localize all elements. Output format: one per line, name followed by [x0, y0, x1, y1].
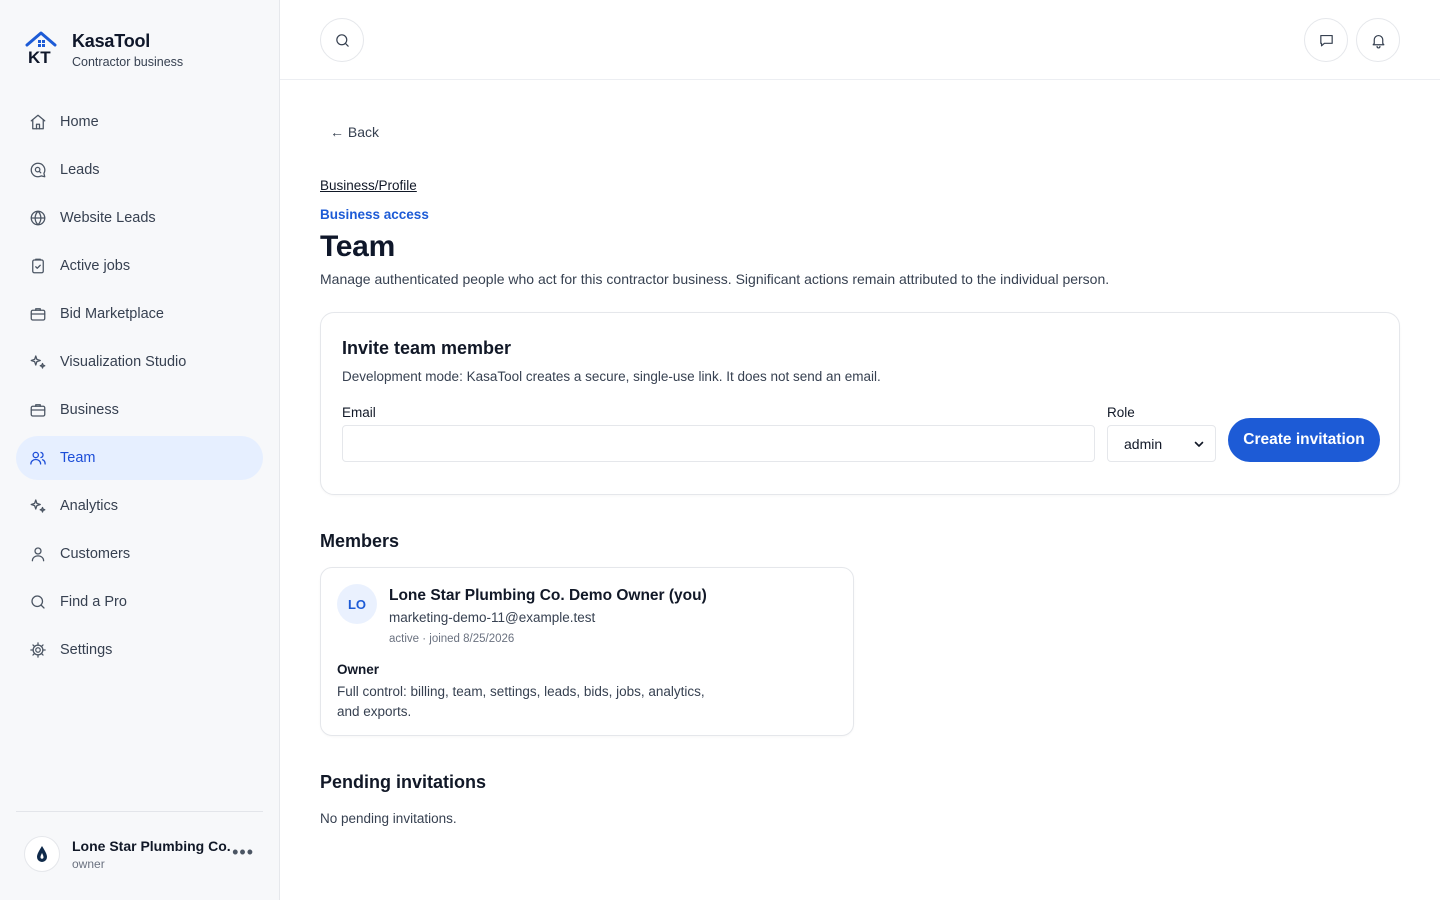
bell-icon	[1372, 34, 1384, 48]
sidebar-divider	[16, 811, 263, 812]
svg-text:KT: KT	[28, 48, 51, 66]
email-label: Email	[342, 405, 376, 420]
role-select[interactable]: admin	[1107, 425, 1216, 462]
sidebar-item-business[interactable]: Business	[16, 388, 263, 432]
sidebar-item-website-leads[interactable]: Website Leads	[16, 196, 263, 240]
more-options-icon[interactable]: •••	[232, 842, 254, 863]
sidebar-item-label: Website Leads	[60, 210, 156, 226]
chat-icon	[1319, 34, 1333, 46]
avatar: LO	[337, 584, 377, 624]
role-label: Role	[1107, 405, 1135, 420]
search-button[interactable]	[320, 18, 364, 62]
account-role: owner	[72, 856, 105, 871]
chat-search-icon	[29, 161, 47, 179]
business-avatar	[24, 836, 60, 872]
sidebar-item-leads[interactable]: Leads	[16, 148, 263, 192]
sidebar-nav: Home Leads Website Leads Active jobs Bid…	[16, 100, 263, 676]
page-title: Team	[320, 230, 395, 263]
sidebar-item-bid-marketplace[interactable]: Bid Marketplace	[16, 292, 263, 336]
search-icon	[29, 593, 47, 611]
brand-subtitle: Contractor business	[72, 55, 184, 69]
member-name: Lone Star Plumbing Co. Demo Owner (you)	[389, 587, 707, 604]
back-link[interactable]: ← Back	[330, 124, 379, 140]
sidebar-item-label: Business	[60, 402, 119, 418]
sidebar-item-analytics[interactable]: Analytics	[16, 484, 263, 528]
member-card: LO Lone Star Plumbing Co. Demo Owner (yo…	[320, 567, 854, 736]
sidebar-item-visualization-studio[interactable]: Visualization Studio	[16, 340, 263, 384]
account-switcher[interactable]: Lone Star Plumbing Co. owner •••	[24, 834, 264, 874]
email-field[interactable]	[342, 425, 1095, 462]
pending-empty-state: No pending invitations.	[320, 811, 457, 826]
kasatool-logo-icon: KT	[24, 28, 60, 67]
members-heading: Members	[320, 531, 400, 551]
water-drop-icon	[37, 846, 47, 862]
sidebar-item-label: Customers	[60, 546, 131, 562]
sidebar-item-label: Leads	[60, 162, 100, 178]
sidebar-item-customers[interactable]: Customers	[16, 532, 263, 576]
role-select-value: admin	[1124, 435, 1163, 452]
sidebar-item-label: Settings	[60, 642, 113, 658]
breadcrumb[interactable]: Business/Profile	[320, 178, 417, 193]
sidebar-item-label: Home	[60, 114, 99, 130]
member-email: marketing-demo-11@example.test	[389, 610, 596, 625]
top-bar	[280, 0, 1440, 80]
users-icon	[29, 449, 47, 467]
invite-description: Development mode: KasaTool creates a sec…	[342, 369, 881, 384]
pending-invitations-heading: Pending invitations	[320, 772, 487, 792]
create-invitation-button[interactable]: Create invitation	[1228, 418, 1380, 462]
sidebar-item-label: Team	[60, 450, 96, 466]
member-role-description: Full control: billing, team, settings, l…	[337, 684, 705, 719]
section-eyebrow: Business access	[320, 207, 429, 222]
sparkles-icon	[29, 353, 47, 371]
chevron-down-icon	[1194, 441, 1204, 447]
brand-name: KasaTool	[72, 31, 151, 51]
sidebar-item-label: Analytics	[60, 498, 119, 514]
member-role: Owner	[337, 662, 380, 677]
account-name: Lone Star Plumbing Co.	[72, 837, 231, 854]
gear-icon	[29, 641, 47, 659]
sidebar-item-find-a-pro[interactable]: Find a Pro	[16, 580, 263, 624]
messages-button[interactable]	[1304, 18, 1348, 62]
search-icon	[335, 33, 349, 47]
sidebar-item-label: Active jobs	[60, 258, 131, 274]
user-icon	[29, 545, 47, 563]
globe-icon	[29, 209, 47, 227]
sparkles-icon	[29, 497, 47, 515]
sidebar: KT KasaTool Contractor business Home Lea…	[0, 0, 280, 900]
sidebar-item-active-jobs[interactable]: Active jobs	[16, 244, 263, 288]
sidebar-item-label: Bid Marketplace	[60, 306, 164, 322]
member-status: active · joined 8/25/2026	[389, 633, 515, 645]
clipboard-check-icon	[29, 257, 47, 275]
sidebar-item-home[interactable]: Home	[16, 100, 263, 144]
brand[interactable]: KT KasaTool Contractor business	[24, 28, 183, 69]
page-description: Manage authenticated people who act for …	[320, 271, 1110, 287]
sidebar-item-settings[interactable]: Settings	[16, 628, 263, 672]
sidebar-item-label: Visualization Studio	[60, 354, 187, 370]
invite-title: Invite team member	[342, 338, 512, 358]
invite-card: Invite team member Development mode: Kas…	[320, 312, 1400, 495]
sidebar-item-team[interactable]: Team	[16, 436, 263, 480]
briefcase-icon	[29, 401, 47, 419]
sidebar-item-label: Find a Pro	[60, 594, 127, 610]
home-icon	[29, 113, 47, 131]
notifications-button[interactable]	[1356, 18, 1400, 62]
briefcase-icon	[29, 305, 47, 323]
